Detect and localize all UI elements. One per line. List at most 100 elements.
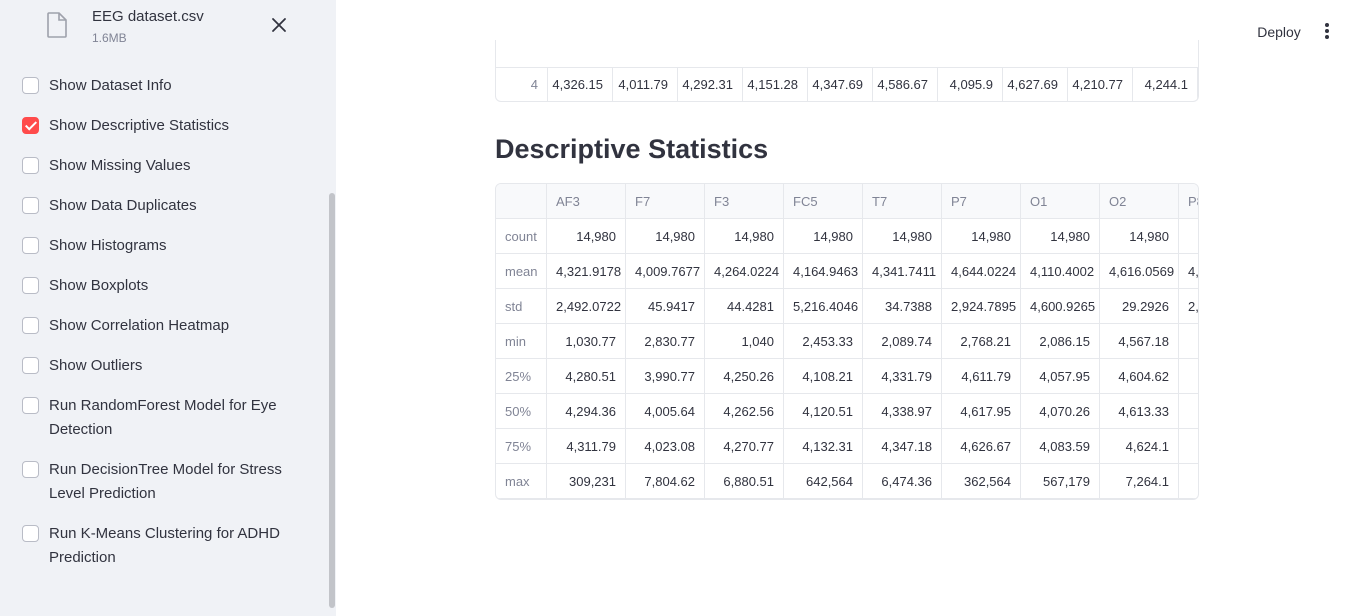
checkbox[interactable] <box>22 157 39 174</box>
table-cell: 4,338.97 <box>863 394 942 429</box>
data-preview-table[interactable]: 4 4,326.15 4,011.79 4,292.31 4,151.28 4,347.6… <box>495 40 1199 102</box>
table-cell: 4,326.15 <box>548 68 613 101</box>
file-icon <box>47 12 67 38</box>
more-options-icon[interactable] <box>1318 20 1336 42</box>
column-header[interactable]: AF3 <box>547 184 626 219</box>
table-cell: 4,023.08 <box>626 429 705 464</box>
table-cell: 2,453.33 <box>784 324 863 359</box>
table-cell: 4,644.0224 <box>942 254 1021 289</box>
table-cell: 4,151.28 <box>743 68 808 101</box>
table-cell: 4,567.18 <box>1100 324 1179 359</box>
table-cell: 4,600.9265 <box>1021 289 1100 324</box>
table-cell: 4,264.0224 <box>705 254 784 289</box>
table-cell: 4,280.51 <box>547 359 626 394</box>
option-label: Show Correlation Heatmap <box>49 317 230 334</box>
table-row: min 1,030.77 2,830.77 1,040 2,453.33 2,089.74… <box>496 324 1198 359</box>
table-cell: 29.2926 <box>1100 289 1179 324</box>
table-cell: 14,980 <box>784 219 863 254</box>
checkbox[interactable] <box>22 277 39 294</box>
option-show-outliers[interactable]: Show Outliers <box>22 354 299 378</box>
option-run-randomforest[interactable]: Run RandomForest Model for Eye Detection <box>22 394 299 442</box>
table-cell: 4, <box>1179 254 1198 289</box>
row-header: 50% <box>496 394 547 429</box>
table-cell: 1,030.77 <box>547 324 626 359</box>
table-cell: 362,564 <box>942 464 1021 499</box>
checkbox[interactable] <box>22 525 39 542</box>
checkbox[interactable] <box>22 317 39 334</box>
option-run-decisiontree[interactable]: Run DecisionTree Model for Stress Level … <box>22 458 299 506</box>
checkbox[interactable] <box>22 197 39 214</box>
table-cell: 4,244.1 <box>1133 68 1198 101</box>
table-cell: 4,341.7411 <box>863 254 942 289</box>
deploy-button[interactable]: Deploy <box>1246 18 1312 46</box>
column-header[interactable]: O1 <box>1021 184 1100 219</box>
table-cell: 34.7388 <box>863 289 942 324</box>
checkbox[interactable] <box>22 461 39 478</box>
table-cell: 44.4281 <box>705 289 784 324</box>
table-cell: 567,179 <box>1021 464 1100 499</box>
option-show-data-duplicates[interactable]: Show Data Duplicates <box>22 194 299 218</box>
sidebar-scrollbar[interactable] <box>329 193 335 608</box>
checkbox[interactable] <box>22 397 39 414</box>
table-cell: 4,083.59 <box>1021 429 1100 464</box>
option-show-histograms[interactable]: Show Histograms <box>22 234 299 258</box>
table-cell: 4,292.31 <box>678 68 743 101</box>
option-show-boxplots[interactable]: Show Boxplots <box>22 274 299 298</box>
checkbox[interactable] <box>22 237 39 254</box>
table-cell: 4,070.26 <box>1021 394 1100 429</box>
table-cell <box>1179 219 1198 254</box>
option-label: Run DecisionTree Model for Stress Level … <box>49 461 282 502</box>
option-run-kmeans[interactable]: Run K-Means Clustering for ADHD Predicti… <box>22 522 299 570</box>
option-label: Show Data Duplicates <box>49 197 197 214</box>
column-header[interactable]: P8 <box>1179 184 1198 219</box>
table-cell: 14,980 <box>626 219 705 254</box>
option-label: Run K-Means Clustering for ADHD Predicti… <box>49 525 280 566</box>
column-header[interactable]: O2 <box>1100 184 1179 219</box>
table-cell: 14,980 <box>705 219 784 254</box>
table-cell: 2,924.7895 <box>942 289 1021 324</box>
table-cell: 5,216.4046 <box>784 289 863 324</box>
table-cell: 4,250.26 <box>705 359 784 394</box>
table-cell: 14,980 <box>1100 219 1179 254</box>
table-cell: 4,347.69 <box>808 68 873 101</box>
column-header[interactable]: T7 <box>863 184 942 219</box>
descriptive-statistics-table[interactable]: AF3F7F3FC5T7P7O1O2P8count14,98014,98014,… <box>495 183 1199 500</box>
option-show-missing-values[interactable]: Show Missing Values <box>22 154 299 178</box>
column-header[interactable]: P7 <box>942 184 1021 219</box>
option-show-dataset-info[interactable]: Show Dataset Info <box>22 74 299 98</box>
table-row: count 14,980 14,980 14,980 14,980 14,980 14,98… <box>496 219 1198 254</box>
option-show-descriptive-statistics[interactable]: Show Descriptive Statistics <box>22 114 299 138</box>
checkbox[interactable] <box>22 357 39 374</box>
table-cell <box>1179 464 1198 499</box>
table-cell: 4,604.62 <box>1100 359 1179 394</box>
option-label: Show Outliers <box>49 357 143 374</box>
row-header: count <box>496 219 547 254</box>
table-cell: 45.9417 <box>626 289 705 324</box>
column-header[interactable]: FC5 <box>784 184 863 219</box>
table-cell: 6,880.51 <box>705 464 784 499</box>
table-cell: 2, <box>1179 289 1198 324</box>
table-row: mean 4,321.9178 4,009.7677 4,264.0224 4,164.… <box>496 254 1198 289</box>
option-label: Run RandomForest Model for Eye Detection <box>49 397 277 438</box>
option-show-correlation-heatmap[interactable]: Show Correlation Heatmap <box>22 314 299 338</box>
table-cell: 2,086.15 <box>1021 324 1100 359</box>
table-cell: 642,564 <box>784 464 863 499</box>
table-cell: 2,830.77 <box>626 324 705 359</box>
close-icon[interactable] <box>268 14 290 36</box>
table-cell: 4,262.56 <box>705 394 784 429</box>
table-cell: 4,611.79 <box>942 359 1021 394</box>
table-cell: 4,624.1 <box>1100 429 1179 464</box>
column-header[interactable]: F7 <box>626 184 705 219</box>
checkbox[interactable] <box>22 77 39 94</box>
table-cell: 4,132.31 <box>784 429 863 464</box>
table-cell: 4,311.79 <box>547 429 626 464</box>
page-title: Descriptive Statistics <box>495 134 769 164</box>
table-row: 50% 4,294.36 4,005.64 4,262.56 4,120.51 4,338… <box>496 394 1198 429</box>
checkbox-checked[interactable] <box>22 117 39 134</box>
option-label: Show Descriptive Statistics <box>49 117 230 134</box>
column-header[interactable]: F3 <box>705 184 784 219</box>
table-cell: 7,264.1 <box>1100 464 1179 499</box>
table-cell: 4,005.64 <box>626 394 705 429</box>
table-cell: 4,294.36 <box>547 394 626 429</box>
table-row: max 309,231 7,804.62 6,880.51 642,564 6,474.3… <box>496 464 1198 499</box>
